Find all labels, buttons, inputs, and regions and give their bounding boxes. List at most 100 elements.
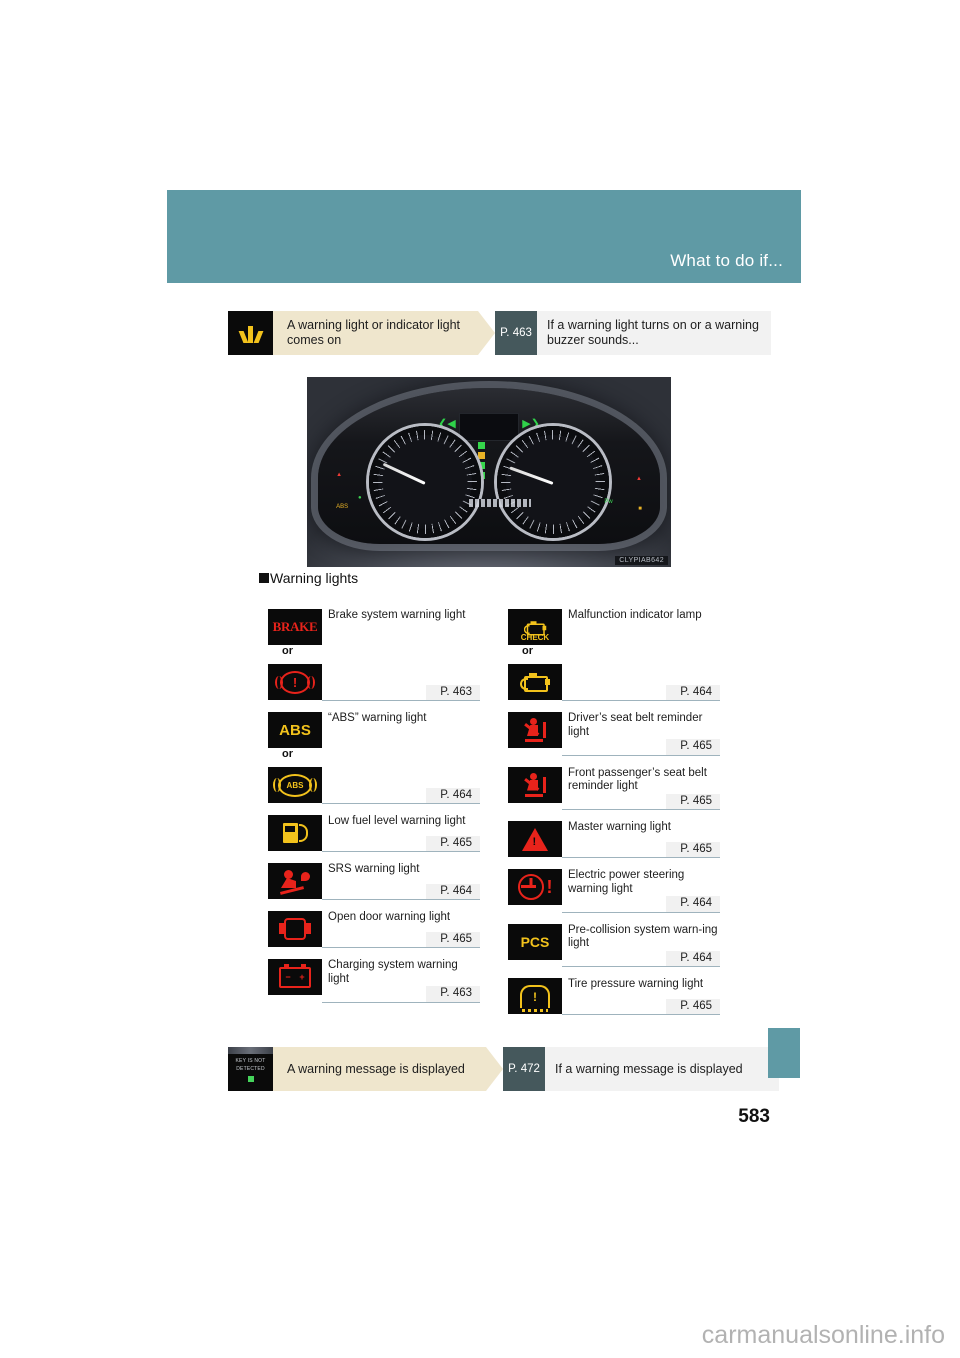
- top-callout-row: A warning light or indicator light comes…: [228, 311, 771, 355]
- or-label: or: [522, 645, 533, 657]
- row-page-ref[interactable]: P. 465: [426, 931, 480, 947]
- table-row: Driver’s seat belt reminder light P. 465: [508, 712, 720, 756]
- row-page-ref[interactable]: P. 464: [666, 684, 720, 700]
- table-row: − + Charging system warning light P. 463: [268, 959, 480, 1003]
- site-watermark: carmanualsonline.info: [701, 1321, 945, 1349]
- top-callout-page-ref[interactable]: P. 463: [495, 311, 537, 355]
- bottom-callout-row: KEY IS NOT DETECTED A warning message is…: [228, 1047, 779, 1091]
- cluster-mini-green-right: Pw: [604, 498, 613, 505]
- row-label: Pre-collision system warn-ing light: [568, 923, 718, 950]
- display-bezel: [228, 1047, 273, 1054]
- engine-outline-icon: [508, 664, 562, 700]
- abs-symbol-stack: ABS ABS or: [268, 712, 322, 803]
- door-glyph: [279, 918, 311, 940]
- top-callout-trigger: A warning light or indicator light comes…: [273, 311, 495, 355]
- telltale-amber-1: [478, 451, 486, 459]
- table-row: ! Tire pressure warning light P. 465: [508, 978, 720, 1015]
- table-row: ABS ABS or “ABS” warning light P. 464: [268, 712, 480, 804]
- or-label: or: [282, 748, 293, 760]
- row-page-ref[interactable]: P. 465: [666, 998, 720, 1014]
- key-message-line2: DETECTED: [236, 1066, 265, 1072]
- row-text: Low fuel level warning light P. 465: [322, 815, 480, 852]
- page-title: What to do if...: [670, 251, 783, 270]
- brake-circle-exclamation-icon: !: [268, 664, 322, 700]
- pre-collision-icon: PCS: [508, 923, 562, 960]
- section-heading-label: Warning lights: [270, 570, 359, 586]
- table-row: CHECK or Malfunction indicator lamp P. 4…: [508, 609, 720, 701]
- cluster-mini-red-right: ▲: [635, 475, 642, 482]
- row-text: Charging system warning light P. 463: [322, 959, 480, 1003]
- table-row: SRS warning light P. 464: [268, 863, 480, 900]
- odometer-display: [468, 498, 531, 507]
- table-row: BRAKE ! or Brake system warning light P.…: [268, 609, 480, 701]
- row-label: SRS warning light: [328, 863, 420, 875]
- row-text: Front passenger’s seat belt reminder lig…: [562, 767, 720, 810]
- master-warning-icon: !: [508, 821, 562, 857]
- charging-system-icon: − +: [268, 959, 322, 995]
- mil-symbol-stack: CHECK or: [508, 609, 562, 700]
- brake-word-glyph: BRAKE: [272, 619, 318, 634]
- cluster-hood: [317, 388, 661, 545]
- instrument-cluster-photo: ❮◀ ▶❯ ▲ ABS ● ▲ ■ Pw CLYPIAB642: [307, 377, 671, 567]
- abs-word-glyph: ABS: [279, 721, 311, 739]
- check-engine-text-icon: CHECK: [508, 609, 562, 645]
- cluster-mini-red-left: ▲: [336, 472, 343, 478]
- tire-pressure-icon: !: [508, 978, 562, 1014]
- electric-power-steering-icon: !: [508, 869, 562, 905]
- row-text: “ABS” warning light P. 464: [322, 712, 480, 804]
- pcs-word-glyph: PCS: [520, 933, 550, 950]
- row-label: “ABS” warning light: [328, 712, 427, 724]
- row-page-ref[interactable]: P. 465: [666, 739, 720, 755]
- cluster-mini-amber-right: ■: [638, 506, 642, 513]
- row-page-ref[interactable]: P. 464: [426, 883, 480, 899]
- telltale-green-1: [478, 441, 486, 449]
- row-page-ref[interactable]: P. 464: [426, 787, 480, 803]
- tachometer-gauge: [497, 426, 610, 539]
- brake-symbol-stack: BRAKE ! or: [268, 609, 322, 700]
- warning-lights-left-column: BRAKE ! or Brake system warning light P.…: [268, 609, 480, 1014]
- low-fuel-icon: [268, 815, 322, 851]
- row-label: Open door warning light: [328, 911, 451, 923]
- table-row: ! Master warning light P. 465: [508, 821, 720, 858]
- table-row: PCS Pre-collision system warn-ing light …: [508, 923, 720, 967]
- cluster-mini-green-left: ●: [357, 494, 362, 501]
- row-page-ref[interactable]: P. 465: [666, 793, 720, 809]
- bottom-callout-page-ref[interactable]: P. 472: [503, 1047, 545, 1091]
- row-text: Malfunction indicator lamp P. 464: [562, 609, 720, 701]
- circle-exclamation-glyph: !: [275, 670, 315, 694]
- bottom-callout-trigger: A warning message is displayed: [273, 1047, 503, 1091]
- open-door-icon: [268, 911, 322, 947]
- cluster-mini-amber-left: ABS: [336, 504, 349, 511]
- row-text: Pre-collision system warn-ing light P. 4…: [562, 923, 720, 967]
- brake-text-icon: BRAKE: [268, 609, 322, 645]
- row-label: Tire pressure warning light: [568, 978, 704, 990]
- row-text: Open door warning light P. 465: [322, 911, 480, 948]
- passenger-seat-belt-icon: [508, 766, 562, 803]
- row-page-ref[interactable]: P. 465: [426, 835, 480, 851]
- row-page-ref[interactable]: P. 464: [666, 896, 720, 912]
- bottom-callout-result: If a warning message is displayed: [545, 1047, 779, 1091]
- row-page-ref[interactable]: P. 463: [426, 986, 480, 1002]
- row-text: Electric power steering warning light P.…: [562, 869, 720, 913]
- row-label: Driver’s seat belt reminder light: [568, 712, 703, 738]
- abs-circle-glyph: ABS: [273, 773, 317, 797]
- rays-glyph: [238, 323, 263, 343]
- engine-glyph: [520, 673, 550, 692]
- srs-glyph: [279, 870, 310, 895]
- row-page-ref[interactable]: P. 465: [666, 841, 720, 857]
- section-side-tab: [768, 1028, 800, 1078]
- row-page-ref[interactable]: P. 463: [426, 684, 480, 700]
- square-bullet-icon: [259, 573, 269, 583]
- section-heading: Warning lights: [259, 570, 358, 586]
- row-page-ref[interactable]: P. 464: [666, 950, 720, 966]
- table-row: Open door warning light P. 465: [268, 911, 480, 948]
- key-not-detected-icon: KEY IS NOT DETECTED: [228, 1047, 273, 1091]
- seat-belt-glyph: [524, 718, 546, 742]
- row-text: Brake system warning light P. 463: [322, 609, 480, 701]
- table-row: Front passenger’s seat belt reminder lig…: [508, 766, 720, 810]
- tire-pressure-glyph: !: [520, 984, 550, 1012]
- row-label: Master warning light: [568, 821, 671, 833]
- row-label: Malfunction indicator lamp: [568, 609, 702, 621]
- row-text: Master warning light P. 465: [562, 821, 720, 858]
- indicator-led: [247, 1076, 254, 1082]
